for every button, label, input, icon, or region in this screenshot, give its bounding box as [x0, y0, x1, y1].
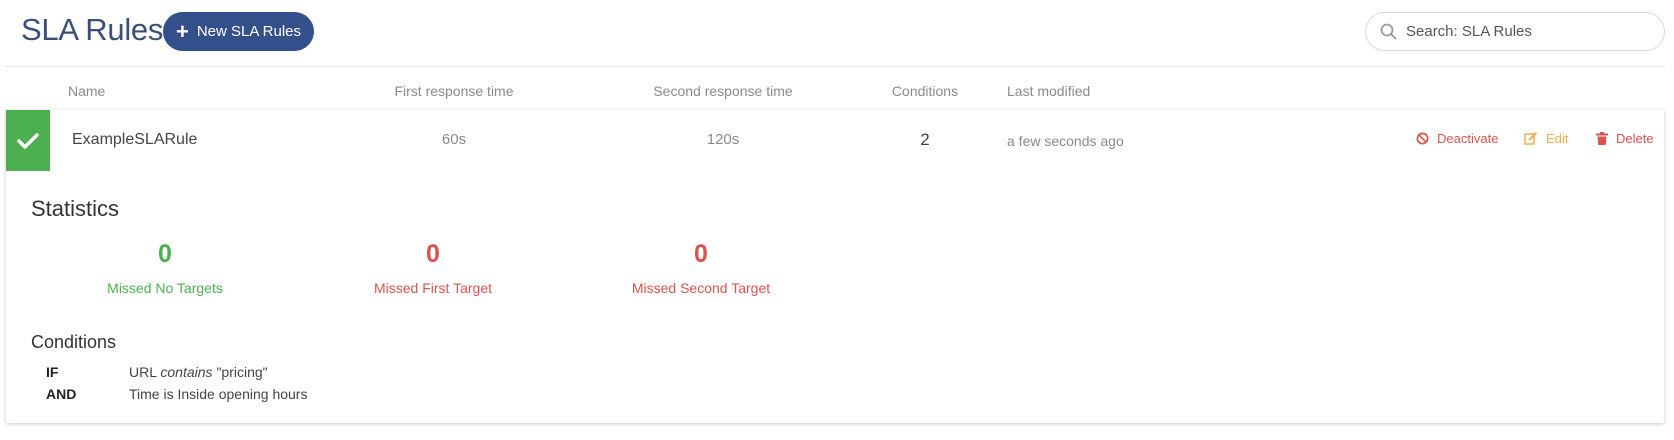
edit-label: Edit — [1546, 131, 1569, 146]
rule-last-modified: a few seconds ago — [1007, 133, 1124, 149]
stat-missed-no-targets-value: 0 — [158, 240, 172, 268]
column-header-name: Name — [68, 83, 106, 99]
new-sla-rule-label: New SLA Rules — [196, 23, 302, 40]
column-header-conditions: Conditions — [891, 83, 959, 99]
conditions-title: Conditions — [31, 332, 117, 352]
edit-icon — [1524, 132, 1538, 145]
new-sla-rule-button[interactable]: + New SLA Rules — [163, 12, 314, 51]
rule-name: ExampleSLARule — [72, 131, 198, 148]
delete-label: Delete — [1616, 131, 1654, 146]
rule-status-indicator — [6, 110, 50, 171]
search-icon — [1380, 23, 1397, 40]
edit-button[interactable]: Edit — [1524, 131, 1568, 146]
trash-icon — [1596, 132, 1608, 145]
condition-keyword-and: AND — [46, 386, 77, 402]
search-input[interactable] — [1406, 23, 1646, 40]
ban-icon — [1416, 132, 1429, 145]
rule-conditions-count: 2 — [920, 130, 930, 149]
plus-icon: + — [175, 18, 189, 44]
check-icon — [17, 132, 39, 149]
condition-operator: contains — [160, 364, 213, 380]
stat-missed-second-target-value: 0 — [694, 240, 708, 268]
condition-text-and: Time is Inside opening hours — [129, 386, 308, 402]
condition-value: "pricing" — [216, 364, 268, 380]
stat-missed-first-target-value: 0 — [426, 240, 440, 268]
rule-first-response: 60s — [441, 131, 467, 148]
condition-field: URL — [129, 364, 157, 380]
condition-text-if: URL contains "pricing" — [129, 364, 268, 380]
condition-keyword-if: IF — [46, 364, 59, 380]
rule-second-response: 120s — [706, 131, 740, 148]
deactivate-label: Deactivate — [1437, 131, 1499, 146]
stat-missed-no-targets-label: Missed No Targets — [107, 280, 223, 296]
column-header-last-modified: Last modified — [1007, 83, 1091, 99]
column-header-first-response: First response time — [394, 83, 514, 99]
column-header-second-response: Second response time — [653, 83, 793, 99]
statistics-title: Statistics — [31, 196, 120, 221]
stat-missed-second-target-label: Missed Second Target — [631, 280, 771, 296]
search-box[interactable] — [1365, 12, 1665, 51]
delete-button[interactable]: Delete — [1596, 131, 1654, 146]
page-title: SLA Rules — [21, 12, 164, 47]
stat-missed-first-target-label: Missed First Target — [374, 280, 492, 296]
header-divider — [5, 66, 1665, 67]
deactivate-button[interactable]: Deactivate — [1416, 131, 1498, 146]
